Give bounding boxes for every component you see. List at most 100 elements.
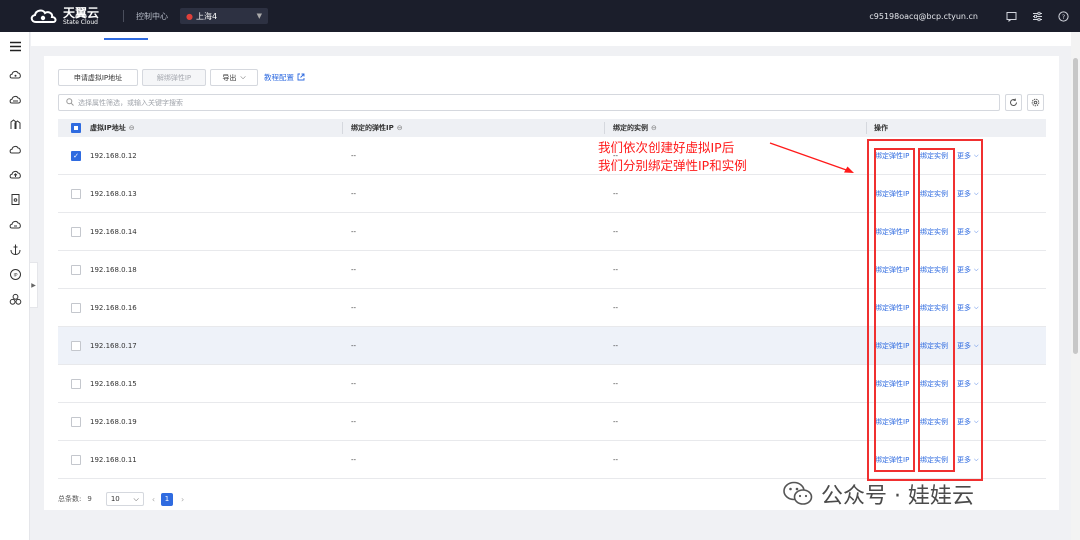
row-checkbox[interactable] [71,175,81,212]
svg-text:IP: IP [13,272,17,278]
cloud-logo-icon [30,9,57,23]
cloud-storage-icon[interactable] [7,91,23,107]
account-name[interactable]: c95198oacq@bcp.ctyun.cn [869,12,978,21]
settings-sliders-icon[interactable] [1030,9,1044,23]
page-size-select[interactable]: 10 ⌵ [105,492,144,506]
watermark: 公众号 · 娃娃云 [783,478,974,510]
pagination-bar: 总条数: 9 10 ⌵ ‹ 1 › [58,492,184,506]
menu-icon[interactable] [7,38,23,54]
bound-eip-cell: -- [351,227,357,236]
tab-strip [31,32,1071,46]
bound-instance-cell: -- [613,265,619,274]
svg-text:?: ? [1061,12,1064,20]
column-bound-eip[interactable]: 绑定的弹性IP ⊖ [351,119,403,137]
table-header: 虚拟IP地址 ⊖ 绑定的弹性IP ⊖ 绑定的实例 ⊖ 操作 [58,119,1046,137]
cloud-compute-icon[interactable] [7,66,23,82]
brand-logo[interactable]: 天翼云 State Cloud [28,7,120,26]
bound-instance-cell: -- [613,303,619,312]
bound-eip-cell: -- [351,417,357,426]
gear-icon [1031,98,1040,107]
bound-eip-cell: -- [351,455,357,464]
row-checkbox[interactable] [71,289,81,326]
bound-eip-cell: -- [351,303,357,312]
current-page-button[interactable]: 1 [161,492,174,506]
row-checkbox[interactable] [71,213,81,250]
sort-icon[interactable]: ⊖ [397,124,403,132]
scrollbar-thumb[interactable] [1073,58,1078,354]
bind-instance-highlight-box [918,148,955,472]
bound-eip-cell: -- [351,379,357,388]
bound-instance-cell: -- [613,417,619,426]
annotation-line-1: 我们依次创建好虚拟IP后 [598,140,735,155]
active-tab-indicator [104,38,148,40]
network-icon[interactable] [7,116,23,132]
search-icon [66,97,74,108]
row-checkbox[interactable]: ✓ [71,137,81,174]
sort-icon[interactable]: ⊖ [129,124,135,132]
region-select[interactable]: ● 上海4 ▼ [180,8,268,24]
wechat-icon [783,481,813,505]
column-divider [604,122,605,134]
refresh-icon [1010,98,1017,106]
chevron-down-icon: ⌵ [240,73,246,81]
cloud-upload-icon[interactable] [7,166,23,182]
unbind-eip-button[interactable]: 解绑弹性IP [142,69,206,86]
row-checkbox[interactable] [71,403,81,440]
column-bound-instance[interactable]: 绑定的实例 ⊖ [613,119,657,137]
settings-button[interactable] [1027,94,1044,111]
topbar-divider [123,10,124,22]
search-placeholder: 选择属性筛选，或输入关键字搜索 [78,98,183,107]
annotation-line-2: 我们分别绑定弹性IP和实例 [598,158,747,173]
left-sidebar: IP [0,32,30,540]
row-checkbox[interactable] [71,251,81,288]
bind-eip-highlight-box [874,148,915,472]
tutorial-config-label: 教程配置 [264,73,294,82]
tutorial-config-link[interactable]: 教程配置 [264,72,305,83]
next-page-icon[interactable]: › [181,495,184,504]
message-icon[interactable] [1004,9,1018,23]
row-checkbox[interactable] [71,441,81,478]
filter-search-input[interactable]: 选择属性筛选，或输入关键字搜索 [58,94,1000,111]
bound-eip-cell: -- [351,341,357,350]
ip-icon[interactable]: IP [7,266,23,282]
column-operations-label: 操作 [874,124,888,132]
virtual-ip-cell: 192.168.0.12 [90,151,137,160]
sidebar-collapse-toggle[interactable]: ▶ [30,262,38,308]
bound-eip-cell: -- [351,189,357,198]
bound-instance-cell: -- [613,379,619,388]
bound-eip-cell: -- [351,265,357,274]
column-divider [866,122,867,134]
refresh-button[interactable] [1005,94,1022,111]
export-label: 导出 [222,73,237,82]
column-virtual-ip[interactable]: 虚拟IP地址 ⊖ [90,119,135,137]
column-bound-eip-label: 绑定的弹性IP [351,124,394,132]
virtual-ip-cell: 192.168.0.18 [90,265,137,274]
row-checkbox[interactable] [71,327,81,364]
virtual-ip-cell: 192.168.0.16 [90,303,137,312]
column-bound-instance-label: 绑定的实例 [613,124,648,132]
help-icon[interactable]: ? [1056,9,1070,23]
select-all-checkbox[interactable] [71,119,81,137]
cloud-icon[interactable] [7,141,23,157]
document-icon[interactable] [7,191,23,207]
page-scrollbar[interactable] [1071,32,1080,540]
column-operations: 操作 [874,119,888,137]
virtual-ip-cell: 192.168.0.11 [90,455,137,464]
console-link[interactable]: 控制中心 [136,11,168,22]
virtual-ip-cell: 192.168.0.13 [90,189,137,198]
anchor-icon[interactable] [7,241,23,257]
region-value: 上海4 [195,11,218,21]
bound-eip-cell: -- [351,151,357,160]
prev-page-icon[interactable]: ‹ [152,495,155,504]
cluster-icon[interactable] [7,291,23,307]
location-pin-icon: ● [186,11,193,21]
cloud-database-icon[interactable] [7,216,23,232]
row-checkbox[interactable] [71,365,81,402]
apply-vip-button[interactable]: 申请虚拟IP地址 [58,69,138,86]
sort-icon[interactable]: ⊖ [651,124,657,132]
export-button[interactable]: 导出 ⌵ [210,69,258,86]
virtual-ip-cell: 192.168.0.15 [90,379,137,388]
bound-instance-cell: -- [613,455,619,464]
brand-name-cn: 天翼云 [63,5,100,20]
column-virtual-ip-label: 虚拟IP地址 [90,124,126,132]
